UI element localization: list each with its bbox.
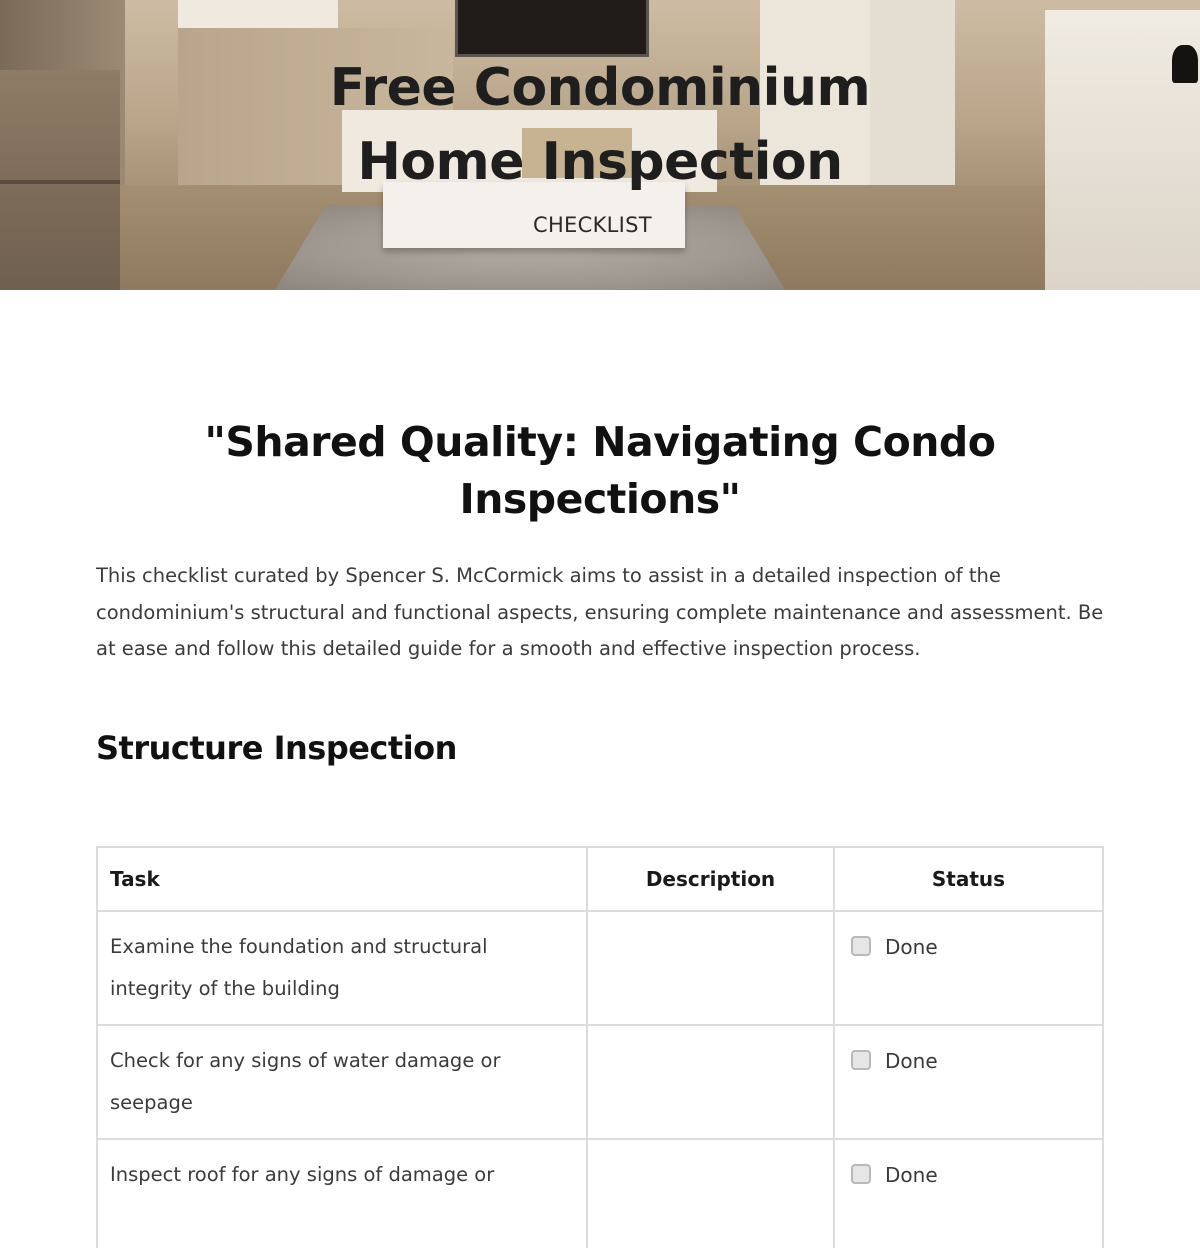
table-row: Check for any signs of water damage or s… [96,1024,1104,1138]
done-checkbox[interactable] [851,1050,871,1070]
structure-inspection-table: Task Description Status Examine the foun… [96,846,1104,1248]
header-description: Description [586,846,833,910]
table-row: Inspect roof for any signs of damage or … [96,1138,1104,1248]
status-cell: Done [833,1024,1104,1138]
header-task: Task [96,846,586,910]
document-title: "Shared Quality: Navigating Condo Inspec… [96,414,1104,528]
description-cell[interactable] [586,910,833,1024]
intro-paragraph: This checklist curated by Spencer S. McC… [96,564,1104,660]
hero-subtitle: CHECKLIST [533,213,652,237]
table-row: Examine the foundation and structural in… [96,910,1104,1024]
status-cell: Done [833,910,1104,1024]
hero-title-line1: Free Condominium [329,58,871,118]
done-label: Done [885,1163,938,1187]
hero-image-shelf [178,0,338,28]
task-cell: Examine the foundation and structural in… [96,910,586,1024]
done-checkbox[interactable] [851,936,871,956]
done-label: Done [885,935,938,959]
hero-image-tv [455,0,649,57]
task-cell: Check for any signs of water damage or s… [96,1024,586,1138]
hero-banner: Free Condominium Home Inspection CHECKLI… [0,0,1200,290]
hero-title-line2: Home Inspection [357,132,843,192]
table-header-row: Task Description Status [96,846,1104,910]
document-title-line2: Inspections" [459,475,741,523]
description-cell[interactable] [586,1024,833,1138]
document-title-line1: "Shared Quality: Navigating Condo [204,418,996,466]
task-cell: Inspect roof for any signs of damage or [96,1138,586,1248]
done-label: Done [885,1049,938,1073]
document-body: "Shared Quality: Navigating Condo Inspec… [96,290,1104,1248]
section-heading-structure: Structure Inspection [96,728,457,767]
done-checkbox[interactable] [851,1164,871,1184]
header-status: Status [833,846,1104,910]
description-cell[interactable] [586,1138,833,1248]
status-cell: Done [833,1138,1104,1248]
